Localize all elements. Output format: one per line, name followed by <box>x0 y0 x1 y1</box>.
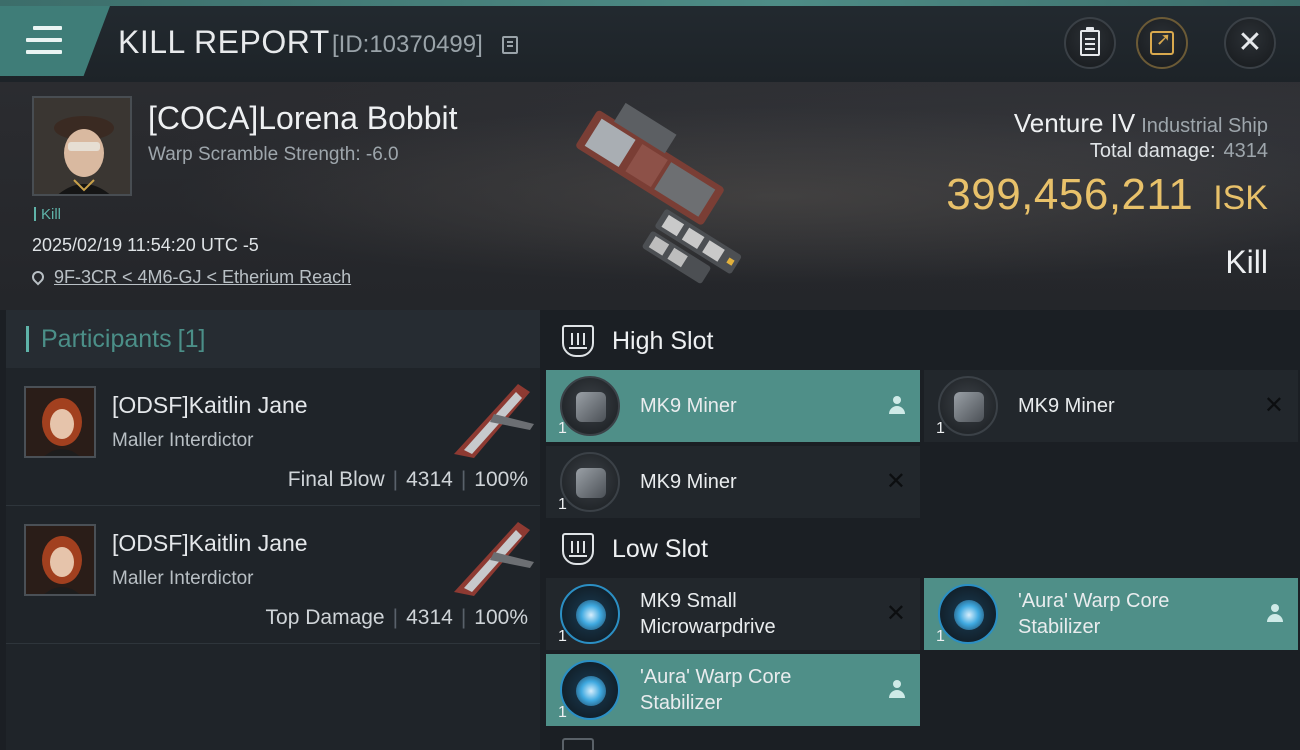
module-name: MK9 Small Microwarpdrive <box>640 590 776 638</box>
isk-value: 399,456,211 <box>946 170 1194 219</box>
microwarpdrive-module-icon <box>560 584 620 644</box>
warp-scramble-strength: Warp Scramble Strength: -6.0 <box>148 144 399 165</box>
module-quantity: 1 <box>558 496 567 513</box>
participant-percent: 100% <box>474 468 528 491</box>
total-damage-value: 4314 <box>1223 140 1269 162</box>
warp-core-stabilizer-icon <box>938 584 998 644</box>
participant-portrait[interactable] <box>24 524 96 596</box>
copy-icon[interactable] <box>502 36 518 54</box>
participants-header[interactable]: Participants [1] <box>6 310 540 368</box>
module-quantity: 1 <box>558 704 567 721</box>
location-link[interactable]: 9F-3CR < 4M6-GJ < Etherium Reach <box>54 267 351 287</box>
participants-count: [1] <box>177 324 206 353</box>
module-name: MK9 Miner <box>1018 395 1115 417</box>
share-button[interactable] <box>1136 17 1188 69</box>
module-item[interactable]: 1 MK9 Small Microwarpdrive ✕ <box>546 578 920 650</box>
menu-button[interactable] <box>0 6 110 76</box>
page-title: KILL REPORT <box>118 24 330 60</box>
participant-row[interactable]: [ODSF]Kaitlin Jane Maller Interdictor Fi… <box>6 368 540 506</box>
participant-ship-image <box>454 384 534 458</box>
victim-banner: [COCA]Lorena Bobbit Warp Scramble Streng… <box>0 82 1300 310</box>
participant-row[interactable]: [ODSF]Kaitlin Jane Maller Interdictor To… <box>6 506 540 644</box>
slot-shield-icon <box>562 325 594 357</box>
module-item[interactable]: 1 'Aura' Warp Core Stabilizer <box>924 578 1298 650</box>
module-quantity: 1 <box>558 628 567 645</box>
clipboard-icon <box>1080 27 1100 56</box>
clipboard-button[interactable] <box>1064 17 1116 69</box>
victim-portrait[interactable] <box>32 96 132 196</box>
module-name: 'Aura' Warp Core Stabilizer <box>1018 590 1170 638</box>
ship-info: Venture IV Industrial Ship <box>1014 108 1268 139</box>
participant-stats: Final Blow | 4314 | 100% <box>287 468 528 491</box>
low-slot-title: Low Slot <box>612 534 708 563</box>
miner-module-icon <box>938 376 998 436</box>
module-quantity: 1 <box>936 420 945 437</box>
report-id: [ID:10370499] <box>332 31 483 58</box>
kill-location[interactable]: 9F-3CR < 4M6-GJ < Etherium Reach <box>29 267 351 288</box>
module-item[interactable]: 1 MK9 Miner ✕ <box>546 446 920 518</box>
hamburger-menu-icon <box>26 26 62 54</box>
top-bar: KILL REPORT [ID:10370499] ✕ <box>0 0 1300 82</box>
module-item[interactable]: 1 'Aura' Warp Core Stabilizer <box>546 654 920 726</box>
module-quantity: 1 <box>558 420 567 437</box>
kill-result: Kill <box>1225 244 1268 280</box>
high-slot-title: High Slot <box>612 326 714 355</box>
slot-shield-icon <box>562 533 594 565</box>
victim-ship-image <box>576 102 742 284</box>
module-name: MK9 Miner <box>640 471 737 493</box>
participant-ship-image <box>454 522 534 596</box>
isk-unit: ISK <box>1213 179 1268 217</box>
isk-loss: 399,456,211 ISK <box>946 170 1268 220</box>
participants-panel: Participants [1] [ODSF]Kaitlin Jane Malle… <box>6 310 540 750</box>
x-mark-icon: ✕ <box>885 467 906 495</box>
ship-name[interactable]: Venture IV <box>1014 108 1135 138</box>
participant-ship: Maller Interdictor <box>112 568 254 589</box>
module-name: 'Aura' Warp Core Stabilizer <box>640 666 792 714</box>
low-slot-header: Low Slot <box>540 520 1300 578</box>
kill-timestamp: 2025/02/19 11:54:20 UTC -5 <box>32 235 259 255</box>
participant-stats: Top Damage | 4314 | 100% <box>265 606 528 629</box>
participant-damage: 4314 <box>406 606 453 629</box>
participant-damage: 4314 <box>406 468 453 491</box>
close-icon: ✕ <box>1237 25 1263 60</box>
close-button[interactable]: ✕ <box>1224 17 1276 69</box>
ship-class: Industrial Ship <box>1141 115 1268 137</box>
x-mark-icon: ✕ <box>1263 391 1284 419</box>
module-item[interactable]: 1 MK9 Miner ✕ <box>924 370 1298 442</box>
person-icon <box>888 680 906 700</box>
person-icon <box>1266 604 1284 624</box>
high-slot-header: High Slot <box>540 312 1300 370</box>
participant-percent: 100% <box>474 606 528 629</box>
participant-role: Top Damage <box>265 606 385 629</box>
miner-module-icon <box>560 376 620 436</box>
participant-role: Final Blow <box>287 468 385 491</box>
total-damage-label: Total damage: <box>1089 140 1216 162</box>
victim-name[interactable]: [COCA]Lorena Bobbit <box>148 100 458 137</box>
participant-portrait[interactable] <box>24 386 96 458</box>
module-item[interactable]: 1 MK9 Miner <box>546 370 920 442</box>
warp-core-stabilizer-icon <box>560 660 620 720</box>
x-mark-icon: ✕ <box>885 599 906 627</box>
miner-module-icon <box>560 452 620 512</box>
participant-name[interactable]: [ODSF]Kaitlin Jane <box>112 392 308 419</box>
kill-tag: Kill <box>34 206 61 223</box>
participants-label: Participants <box>41 324 172 353</box>
total-damage: Total damage: 4314 <box>1090 140 1268 163</box>
participant-name[interactable]: [ODSF]Kaitlin Jane <box>112 530 308 557</box>
module-quantity: 1 <box>936 628 945 645</box>
next-slot-header-icon <box>562 738 594 750</box>
location-pin-icon <box>29 268 47 286</box>
fitting-panel: High Slot 1 MK9 Miner 1 MK9 Miner ✕ 1 MK… <box>540 310 1300 750</box>
module-name: MK9 Miner <box>640 395 737 417</box>
person-icon <box>888 396 906 416</box>
participant-ship: Maller Interdictor <box>112 430 254 451</box>
share-icon <box>1150 29 1174 55</box>
